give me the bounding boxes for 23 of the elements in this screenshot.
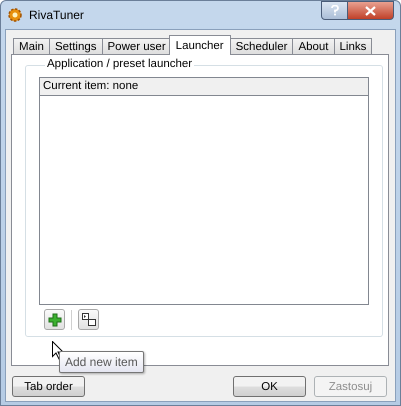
ok-button[interactable]: OK: [233, 376, 306, 397]
tab[interactable]: About: [292, 38, 334, 55]
window-title: RivaTuner: [29, 8, 84, 22]
tab[interactable]: Power user: [102, 38, 172, 55]
tab[interactable]: Scheduler: [230, 38, 294, 55]
plus-icon: [48, 312, 62, 326]
gear-icon: [7, 7, 23, 23]
group-title: Application / preset launcher: [45, 57, 194, 72]
tab[interactable]: Links: [334, 38, 372, 55]
close-button[interactable]: [348, 1, 394, 20]
tab[interactable]: Settings: [48, 38, 102, 55]
question-icon: [330, 5, 338, 16]
help-button[interactable]: [321, 1, 348, 20]
tab[interactable]: Main: [13, 38, 50, 55]
tab[interactable]: Launcher: [168, 35, 231, 55]
tooltip: Add new item: [59, 351, 144, 373]
tab-order-button[interactable]: Tab order: [12, 376, 85, 397]
item-list[interactable]: Current item: none: [39, 77, 369, 305]
close-icon: [365, 6, 376, 16]
layout-button[interactable]: [78, 309, 99, 330]
window-icon: [82, 313, 96, 326]
list-header: Current item: none: [40, 78, 368, 96]
add-button[interactable]: [44, 309, 65, 330]
